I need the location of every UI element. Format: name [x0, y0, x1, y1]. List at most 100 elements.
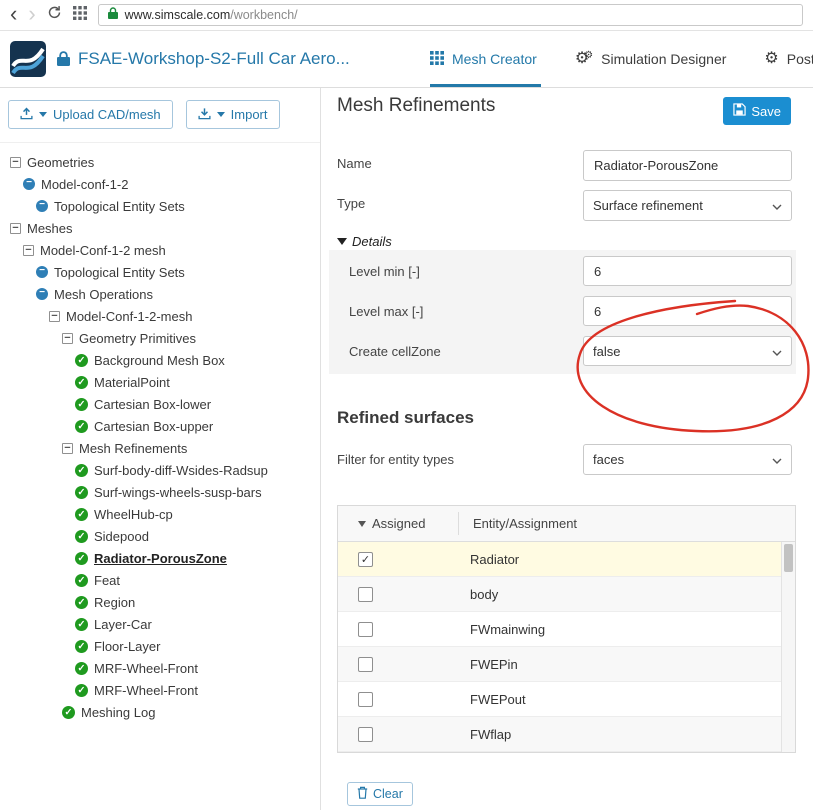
- tree-item[interactable]: ✓ Surf-wings-wheels-susp-bars: [0, 481, 320, 503]
- tree-item-label: Surf-body-diff-Wsides-Radsup: [94, 462, 268, 478]
- tree-item-label: Floor-Layer: [94, 638, 161, 654]
- tree-item[interactable]: ✓ Radiator-PorousZone: [0, 547, 320, 569]
- assigned-column-header[interactable]: Assigned: [372, 516, 425, 531]
- table-row[interactable]: ✓ Radiator: [338, 542, 781, 577]
- tree-item[interactable]: − Model-Conf-1-2 mesh: [0, 239, 320, 261]
- check-icon: ✓: [75, 375, 88, 389]
- mesh-grid-icon: [430, 50, 444, 68]
- tab-post-processor[interactable]: ⚙ Post-: [764, 31, 813, 87]
- url-text: www.simscale.com/workbench/: [125, 8, 298, 22]
- check-icon: ✓: [75, 639, 88, 653]
- tree-item[interactable]: ✓ Cartesian Box-lower: [0, 393, 320, 415]
- filter-label: Filter for entity types: [337, 452, 455, 467]
- details-section-header[interactable]: Details: [337, 234, 392, 249]
- tree-item[interactable]: − Meshes: [0, 217, 320, 239]
- check-icon: ✓: [75, 353, 88, 367]
- tree-item[interactable]: − Topological Entity Sets: [0, 261, 320, 283]
- tree-item-label: MaterialPoint: [94, 374, 170, 390]
- check-icon: ✓: [62, 705, 75, 719]
- row-checkbox[interactable]: [358, 622, 373, 637]
- entity-name: body: [470, 587, 499, 602]
- sort-descending-icon[interactable]: [358, 521, 366, 527]
- table-row[interactable]: FWmainwing: [338, 612, 781, 647]
- trash-icon: [357, 786, 368, 802]
- back-icon[interactable]: ‹: [10, 2, 17, 25]
- table-scrollbar[interactable]: [781, 542, 795, 752]
- tree-item[interactable]: − Model-conf-1-2: [0, 173, 320, 195]
- entity-icon: −: [36, 200, 48, 212]
- row-checkbox[interactable]: [358, 587, 373, 602]
- tree-item[interactable]: ✓ MaterialPoint: [0, 371, 320, 393]
- level-min-input[interactable]: [583, 256, 792, 286]
- gears-icon: ⚙⚙: [574, 50, 594, 67]
- tree-item[interactable]: ✓ MRF-Wheel-Front: [0, 679, 320, 701]
- project-title[interactable]: FSAE-Workshop-S2-Full Car Aero...: [78, 49, 350, 69]
- tree-item[interactable]: − Mesh Operations: [0, 283, 320, 305]
- table-row[interactable]: body: [338, 577, 781, 612]
- collapse-icon: −: [49, 310, 60, 322]
- collapse-icon: −: [62, 332, 73, 344]
- entity-column-header[interactable]: Entity/Assignment: [473, 516, 577, 531]
- tree-item[interactable]: ✓ Surf-body-diff-Wsides-Radsup: [0, 459, 320, 481]
- tree-item[interactable]: ✓ Meshing Log: [0, 701, 320, 723]
- tree-item-label: Meshes: [27, 220, 73, 236]
- tree-item-label: Radiator-PorousZone: [94, 550, 227, 566]
- tree-item-label: Region: [94, 594, 136, 610]
- row-checkbox[interactable]: ✓: [358, 552, 373, 567]
- tree-item[interactable]: ✓ Floor-Layer: [0, 635, 320, 657]
- tree-item[interactable]: ✓ Cartesian Box-upper: [0, 415, 320, 437]
- tree-item[interactable]: ✓ WheelHub-cp: [0, 503, 320, 525]
- tree-item-label: Cartesian Box-upper: [94, 418, 214, 434]
- row-checkbox[interactable]: [358, 657, 373, 672]
- address-bar[interactable]: www.simscale.com/workbench/: [97, 4, 803, 26]
- reload-icon[interactable]: [47, 5, 62, 25]
- check-icon: ✓: [75, 485, 88, 499]
- row-checkbox[interactable]: [358, 727, 373, 742]
- tab-simulation-designer[interactable]: ⚙⚙ Simulation Designer: [575, 31, 727, 87]
- tree-item-label: Model-Conf-1-2-mesh: [66, 308, 193, 324]
- entity-name: FWflap: [470, 727, 512, 742]
- import-icon: [198, 107, 211, 123]
- tree-item[interactable]: − Geometry Primitives: [0, 327, 320, 349]
- upload-cad-button[interactable]: Upload CAD/mesh: [8, 100, 173, 129]
- tree-item-label: Layer-Car: [94, 616, 152, 632]
- table-row[interactable]: FWflap: [338, 717, 781, 752]
- sidebar-tree: − Geometries − Model-conf-1-2 − Topologi…: [0, 143, 320, 723]
- forward-icon[interactable]: ›: [28, 2, 35, 25]
- tree-item[interactable]: ✓ Background Mesh Box: [0, 349, 320, 371]
- collapse-icon: −: [62, 442, 73, 454]
- tree-item[interactable]: ✓ Layer-Car: [0, 613, 320, 635]
- tab-mesh-creator[interactable]: Mesh Creator: [430, 31, 541, 87]
- tree-item[interactable]: ✓ Sidepood: [0, 525, 320, 547]
- row-checkbox[interactable]: [358, 692, 373, 707]
- url-host: www.simscale.com: [124, 8, 231, 22]
- entity-table-header: Assigned Entity/Assignment: [338, 506, 795, 542]
- tree-item[interactable]: ✓ MRF-Wheel-Front: [0, 657, 320, 679]
- tree-item[interactable]: − Topological Entity Sets: [0, 195, 320, 217]
- entity-type-filter-select[interactable]: faces: [583, 444, 792, 475]
- import-button[interactable]: Import: [185, 100, 280, 129]
- check-icon: ✓: [75, 529, 88, 543]
- tree-item-label: Mesh Refinements: [79, 440, 188, 456]
- tree-item[interactable]: ✓ Feat: [0, 569, 320, 591]
- tab-label: Mesh Creator: [452, 51, 537, 67]
- table-row[interactable]: FWEPout: [338, 682, 781, 717]
- table-row[interactable]: FWEPin: [338, 647, 781, 682]
- level-min-label: Level min [-]: [349, 264, 420, 279]
- tree-item[interactable]: ✓ Region: [0, 591, 320, 613]
- cellzone-select[interactable]: false: [583, 336, 792, 366]
- type-select[interactable]: Surface refinement: [583, 190, 792, 221]
- tree-item[interactable]: − Geometries: [0, 151, 320, 173]
- tree-item-label: Feat: [94, 572, 121, 588]
- tree-item[interactable]: − Mesh Refinements: [0, 437, 320, 459]
- tree-item[interactable]: − Model-Conf-1-2-mesh: [0, 305, 320, 327]
- check-icon: ✓: [75, 617, 88, 631]
- level-max-input[interactable]: [583, 296, 792, 326]
- entity-table: Assigned Entity/Assignment ✓ Radiator bo…: [337, 505, 796, 753]
- scrollbar-thumb[interactable]: [784, 544, 793, 572]
- save-button[interactable]: Save: [723, 97, 791, 125]
- tree-item-label: Geometries: [27, 154, 95, 170]
- name-input[interactable]: [583, 150, 792, 181]
- clear-button[interactable]: Clear: [347, 782, 413, 806]
- apps-grid-icon[interactable]: [72, 5, 87, 25]
